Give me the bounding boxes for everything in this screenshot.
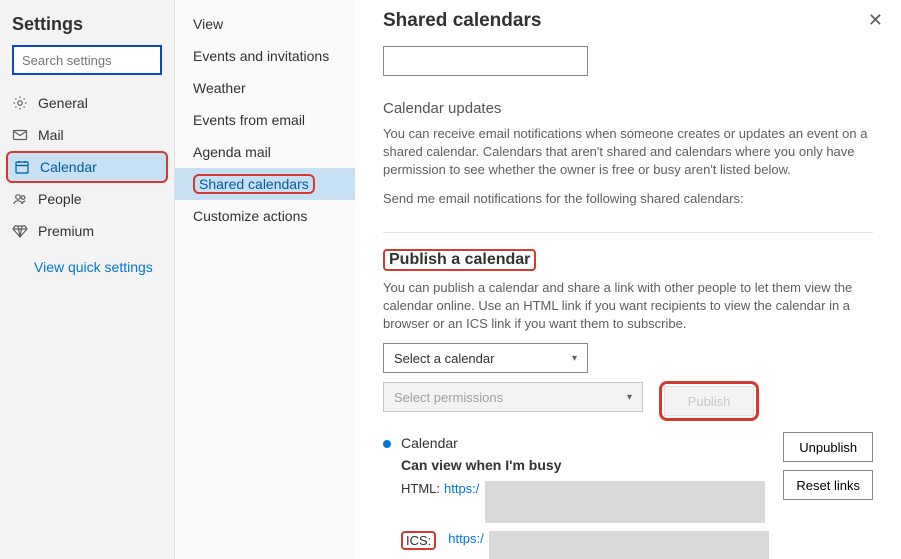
sub-weather[interactable]: Weather xyxy=(175,72,355,104)
publish-desc: You can publish a calendar and share a l… xyxy=(383,279,873,334)
settings-title: Settings xyxy=(0,8,174,45)
settings-sidebar: Settings General Mail Calendar People Pr… xyxy=(0,0,175,559)
mail-icon xyxy=(12,127,28,143)
search-input[interactable] xyxy=(12,45,162,75)
select-permissions-dropdown[interactable]: Select permissions ▾ xyxy=(383,382,643,412)
divider xyxy=(383,232,873,233)
close-icon[interactable]: ✕ xyxy=(868,10,883,31)
settings-pane: ✕ Shared calendars Calendar updates You … xyxy=(355,0,901,559)
dropdown-label: Select permissions xyxy=(394,390,503,405)
ics-link-row: ICS: https:/ xyxy=(401,531,873,559)
sub-shared-calendars[interactable]: Shared calendars xyxy=(175,168,355,200)
nav-premium[interactable]: Premium xyxy=(0,215,174,247)
nav-label: Calendar xyxy=(40,159,97,175)
nav-label: General xyxy=(38,95,88,111)
gear-icon xyxy=(12,95,28,111)
settings-subnav: View Events and invitations Weather Even… xyxy=(175,0,355,559)
select-calendar-dropdown[interactable]: Select a calendar ▾ xyxy=(383,343,588,373)
calendar-updates-line: Send me email notifications for the foll… xyxy=(383,190,873,208)
chevron-down-icon: ▾ xyxy=(627,392,632,403)
html-label: HTML: xyxy=(401,481,440,496)
calendar-updates-desc: You can receive email notifications when… xyxy=(383,125,873,180)
reset-links-button[interactable]: Reset links xyxy=(783,470,873,500)
ics-highlight: ICS: xyxy=(401,531,436,550)
redacted-area xyxy=(485,481,765,523)
pane-title: Shared calendars xyxy=(383,10,873,32)
nav-mail[interactable]: Mail xyxy=(0,119,174,151)
search-wrap xyxy=(0,45,174,87)
sub-events-invitations[interactable]: Events and invitations xyxy=(175,40,355,72)
chevron-down-icon: ▾ xyxy=(572,353,577,364)
share-input-box[interactable] xyxy=(383,46,588,76)
sub-customize-actions[interactable]: Customize actions xyxy=(175,200,355,232)
bullet-icon xyxy=(383,440,391,448)
nav-label: Mail xyxy=(38,127,64,143)
publish-button-highlight: Publish xyxy=(659,381,759,421)
html-link[interactable]: https:/ xyxy=(444,481,479,496)
publish-calendar-heading: Publish a calendar xyxy=(383,249,536,271)
nav-people[interactable]: People xyxy=(0,183,174,215)
nav-label: People xyxy=(38,191,82,207)
calendar-updates-heading: Calendar updates xyxy=(383,100,873,117)
view-quick-settings-link[interactable]: View quick settings xyxy=(0,247,174,275)
calendar-name: Calendar xyxy=(401,435,458,451)
right-buttons: Unpublish Reset links xyxy=(783,432,873,500)
nav-label: Premium xyxy=(38,223,94,239)
nav-general[interactable]: General xyxy=(0,87,174,119)
diamond-icon xyxy=(12,223,28,239)
sub-agenda-mail[interactable]: Agenda mail xyxy=(175,136,355,168)
publish-button[interactable]: Publish xyxy=(664,386,754,416)
ics-link[interactable]: https:/ xyxy=(448,531,483,546)
unpublish-button[interactable]: Unpublish xyxy=(783,432,873,462)
ics-label: ICS: xyxy=(406,533,431,548)
people-icon xyxy=(12,191,28,207)
sub-events-from-email[interactable]: Events from email xyxy=(175,104,355,136)
calendar-icon xyxy=(14,159,30,175)
redacted-area xyxy=(489,531,769,559)
nav-calendar[interactable]: Calendar xyxy=(6,151,168,183)
dropdown-label: Select a calendar xyxy=(394,351,494,366)
sub-view[interactable]: View xyxy=(175,8,355,40)
